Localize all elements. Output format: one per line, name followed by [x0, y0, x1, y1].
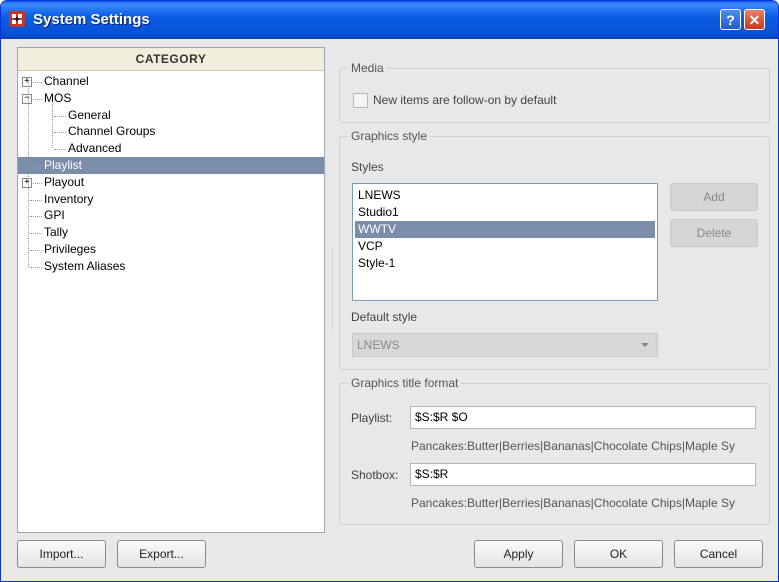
follow-on-label: New items are follow-on by default	[373, 93, 557, 107]
delete-style-button[interactable]: Delete	[670, 219, 758, 247]
tree-connector	[30, 166, 42, 167]
expand-icon[interactable]: +	[22, 177, 32, 188]
apply-button[interactable]: Apply	[474, 540, 563, 568]
shotbox-format-preview: Pancakes:Butter|Berries|Bananas|Chocolat…	[411, 496, 735, 510]
tree-item-label: General	[68, 107, 111, 122]
expand-icon[interactable]: +	[22, 77, 32, 87]
category-header: CATEGORY	[18, 48, 324, 71]
default-style-dropdown[interactable]: LNEWS	[352, 333, 658, 357]
tree-item-label: Inventory	[44, 191, 94, 206]
styles-listbox[interactable]: LNEWS Studio1 WWTV VCP Style-1	[352, 183, 658, 301]
tree-item-label: Playout	[44, 174, 85, 189]
styles-label: Styles	[351, 160, 384, 174]
tree-item-playlist[interactable]: Playlist	[18, 157, 324, 174]
playlist-format-preview: Pancakes:Butter|Berries|Bananas|Chocolat…	[411, 439, 735, 453]
window-title: System Settings	[33, 11, 150, 28]
tree-item-label: MOS	[44, 90, 72, 105]
tree-item-label: Channel	[44, 74, 89, 88]
tree-connector	[30, 233, 42, 235]
style-item-selected[interactable]: WWTV	[355, 221, 655, 238]
import-button[interactable]: Import...	[17, 540, 106, 568]
media-group: Media New items are follow-on by default	[339, 61, 770, 123]
app-icon	[9, 11, 25, 27]
title-bar[interactable]: System Settings ? ✕	[1, 1, 778, 39]
tree-item-label: Advanced	[68, 141, 122, 156]
playlist-format-input[interactable]: $S:$R $O	[410, 406, 756, 429]
dialog-body: CATEGORY Channel + MOS − General Channel Grou…	[5, 39, 774, 577]
follow-on-checkbox[interactable]	[353, 93, 368, 108]
close-button[interactable]: ✕	[744, 9, 765, 30]
tree-connector	[30, 216, 42, 218]
collapse-icon[interactable]: −	[22, 93, 32, 104]
help-button[interactable]: ?	[720, 9, 741, 30]
shotbox-format-label: Shotbox:	[351, 468, 399, 482]
category-panel: CATEGORY Channel + MOS − General Channel Grou…	[17, 47, 325, 533]
tree-item-label: Channel Groups	[68, 124, 156, 139]
tree-connector	[30, 199, 42, 201]
tree-connector	[54, 149, 66, 151]
style-item[interactable]: Style-1	[355, 255, 655, 272]
default-style-value: LNEWS	[357, 338, 400, 352]
tree-guide	[28, 82, 29, 267]
tree-item-label: Tally	[44, 225, 69, 240]
chevron-down-icon	[641, 343, 649, 347]
tree-connector	[30, 266, 42, 268]
ok-button[interactable]: OK	[574, 540, 663, 568]
tree-connector	[54, 115, 66, 117]
tree-item-label: Privileges	[44, 242, 97, 256]
style-item[interactable]: LNEWS	[355, 187, 655, 204]
tree-item-label: System Aliases	[44, 258, 126, 273]
graphics-style-group-title: Graphics style	[348, 129, 431, 143]
add-style-button[interactable]: Add	[670, 183, 758, 211]
default-style-label: Default style	[351, 310, 418, 324]
tree-guide	[52, 103, 53, 149]
style-item[interactable]: VCP	[355, 238, 655, 255]
export-button[interactable]: Export...	[117, 540, 206, 568]
title-format-group-title: Graphics title format	[348, 376, 462, 390]
panel-splitter[interactable]	[332, 249, 335, 329]
tree-connector	[30, 250, 42, 251]
tree-item-label: Playlist	[44, 158, 83, 172]
shotbox-format-input[interactable]: $S:$R	[410, 463, 756, 486]
tree-connector	[54, 132, 66, 134]
cancel-button[interactable]: Cancel	[674, 540, 763, 568]
media-group-title: Media	[348, 61, 387, 75]
style-item[interactable]: Studio1	[355, 204, 655, 221]
graphics-style-group: Graphics style Styles LNEWS Studio1 WWTV…	[339, 129, 770, 370]
system-settings-window: System Settings ? ✕ CATEGORY Channel + MOS…	[0, 0, 779, 582]
title-format-group: Graphics title format Playlist: $S:$R $O…	[339, 376, 770, 525]
tree-item-label: GPI	[44, 208, 65, 223]
playlist-format-label: Playlist:	[351, 411, 393, 425]
